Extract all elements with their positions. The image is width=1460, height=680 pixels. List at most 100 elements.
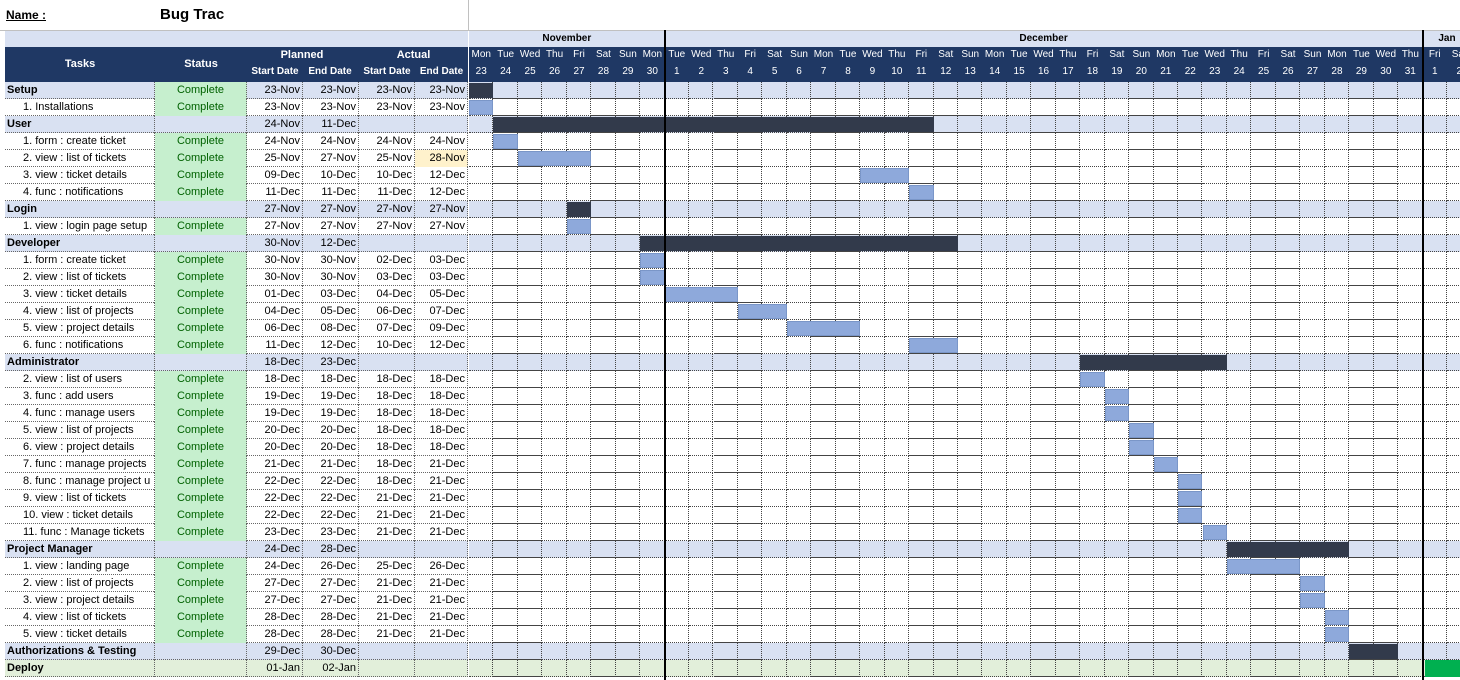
- gantt-cell[interactable]: [909, 201, 934, 218]
- gantt-cell[interactable]: [1398, 524, 1423, 541]
- gantt-cell[interactable]: [615, 388, 641, 405]
- gantt-cell[interactable]: [884, 575, 910, 592]
- gantt-cell[interactable]: [1031, 133, 1056, 150]
- gantt-cell[interactable]: [786, 456, 812, 473]
- gantt-cell[interactable]: [1202, 201, 1227, 218]
- gantt-cell[interactable]: [1080, 82, 1105, 99]
- gantt-cell[interactable]: [860, 439, 885, 456]
- gantt-cell[interactable]: [615, 575, 641, 592]
- gantt-cell[interactable]: [1324, 201, 1350, 218]
- gantt-cell[interactable]: [835, 201, 861, 218]
- gantt-cell[interactable]: [615, 354, 641, 371]
- actual-start-cell[interactable]: 18-Dec: [359, 439, 415, 456]
- gantt-cell[interactable]: [958, 422, 983, 439]
- task-label[interactable]: 1. view : login page setup: [5, 218, 155, 235]
- gantt-cell[interactable]: [1031, 643, 1056, 660]
- gantt-cell[interactable]: [713, 337, 738, 354]
- gantt-cell[interactable]: [762, 388, 787, 405]
- task-label[interactable]: 1. Installations: [5, 99, 155, 116]
- gantt-cell[interactable]: [1080, 252, 1105, 269]
- gantt-cell[interactable]: [1398, 201, 1423, 218]
- gantt-cell[interactable]: [835, 133, 861, 150]
- task-label[interactable]: 11. func : Manage tickets: [5, 524, 155, 541]
- gantt-cell[interactable]: [640, 592, 665, 609]
- gantt-cell[interactable]: [1226, 609, 1252, 626]
- gantt-cell[interactable]: [1031, 507, 1056, 524]
- gantt-cell[interactable]: [615, 337, 641, 354]
- gantt-cell[interactable]: [664, 660, 690, 677]
- task-bar[interactable]: [1226, 559, 1301, 574]
- gantt-cell[interactable]: [786, 473, 812, 490]
- gantt-cell[interactable]: [1447, 524, 1460, 541]
- gantt-cell[interactable]: [786, 388, 812, 405]
- gantt-cell[interactable]: [1251, 473, 1276, 490]
- gantt-cell[interactable]: [860, 337, 885, 354]
- gantt-cell[interactable]: [1349, 456, 1374, 473]
- gantt-cell[interactable]: [689, 609, 714, 626]
- planned-start-cell[interactable]: 22-Dec: [247, 507, 303, 524]
- gantt-cell[interactable]: [689, 660, 714, 677]
- gantt-cell[interactable]: [1202, 575, 1227, 592]
- actual-start-cell[interactable]: [359, 235, 415, 252]
- gantt-cell[interactable]: [811, 575, 836, 592]
- gantt-cell[interactable]: [835, 524, 861, 541]
- gantt-cell[interactable]: [786, 286, 812, 303]
- gantt-cell[interactable]: [542, 609, 567, 626]
- gantt-cell[interactable]: [958, 235, 983, 252]
- actual-start-cell[interactable]: 18-Dec: [359, 422, 415, 439]
- gantt-cell[interactable]: [469, 184, 494, 201]
- gantt-cell[interactable]: [884, 456, 910, 473]
- gantt-cell[interactable]: [517, 524, 543, 541]
- gantt-cell[interactable]: [1251, 167, 1276, 184]
- gantt-cell[interactable]: [493, 660, 518, 677]
- gantt-cell[interactable]: [1275, 252, 1301, 269]
- gantt-cell[interactable]: [517, 320, 543, 337]
- actual-start-cell[interactable]: 24-Nov: [359, 133, 415, 150]
- gantt-cell[interactable]: [1398, 592, 1423, 609]
- gantt-cell[interactable]: [713, 626, 738, 643]
- gantt-cell[interactable]: [933, 286, 958, 303]
- gantt-cell[interactable]: [1055, 252, 1081, 269]
- gantt-cell[interactable]: [982, 252, 1007, 269]
- gantt-cell[interactable]: [664, 218, 690, 235]
- planned-end-cell[interactable]: 19-Dec: [303, 405, 359, 422]
- gantt-cell[interactable]: [982, 337, 1007, 354]
- gantt-cell[interactable]: [1178, 303, 1203, 320]
- gantt-cell[interactable]: [933, 320, 958, 337]
- gantt-cell[interactable]: [982, 371, 1007, 388]
- task-bar[interactable]: [1324, 627, 1350, 642]
- gantt-cell[interactable]: [1080, 337, 1105, 354]
- gantt-cell[interactable]: [1398, 541, 1423, 558]
- gantt-cell[interactable]: [737, 167, 763, 184]
- gantt-cell[interactable]: [517, 558, 543, 575]
- gantt-cell[interactable]: [493, 575, 518, 592]
- gantt-cell[interactable]: [835, 150, 861, 167]
- gantt-cell[interactable]: [1447, 286, 1460, 303]
- gantt-cell[interactable]: [860, 320, 885, 337]
- gantt-cell[interactable]: [762, 99, 787, 116]
- gantt-cell[interactable]: [542, 405, 567, 422]
- gantt-cell[interactable]: [1300, 439, 1325, 456]
- gantt-cell[interactable]: [1349, 82, 1374, 99]
- gantt-cell[interactable]: [1251, 150, 1276, 167]
- gantt-cell[interactable]: [1422, 337, 1447, 354]
- gantt-cell[interactable]: [713, 473, 738, 490]
- gantt-cell[interactable]: [1422, 201, 1447, 218]
- gantt-cell[interactable]: [1349, 439, 1374, 456]
- gantt-cell[interactable]: [909, 82, 934, 99]
- gantt-cell[interactable]: [1398, 626, 1423, 643]
- gantt-cell[interactable]: [517, 184, 543, 201]
- planned-start-cell[interactable]: 01-Dec: [247, 286, 303, 303]
- task-bar[interactable]: [909, 338, 958, 353]
- gantt-cell[interactable]: [1275, 371, 1301, 388]
- gantt-cell[interactable]: [640, 541, 665, 558]
- gantt-cell[interactable]: [762, 575, 787, 592]
- gantt-cell[interactable]: [591, 303, 616, 320]
- gantt-cell[interactable]: [909, 269, 934, 286]
- gantt-cell[interactable]: [1153, 184, 1179, 201]
- gantt-cell[interactable]: [1324, 456, 1350, 473]
- gantt-cell[interactable]: [640, 150, 665, 167]
- actual-start-cell[interactable]: [359, 354, 415, 371]
- gantt-cell[interactable]: [1324, 575, 1350, 592]
- gantt-cell[interactable]: [469, 388, 494, 405]
